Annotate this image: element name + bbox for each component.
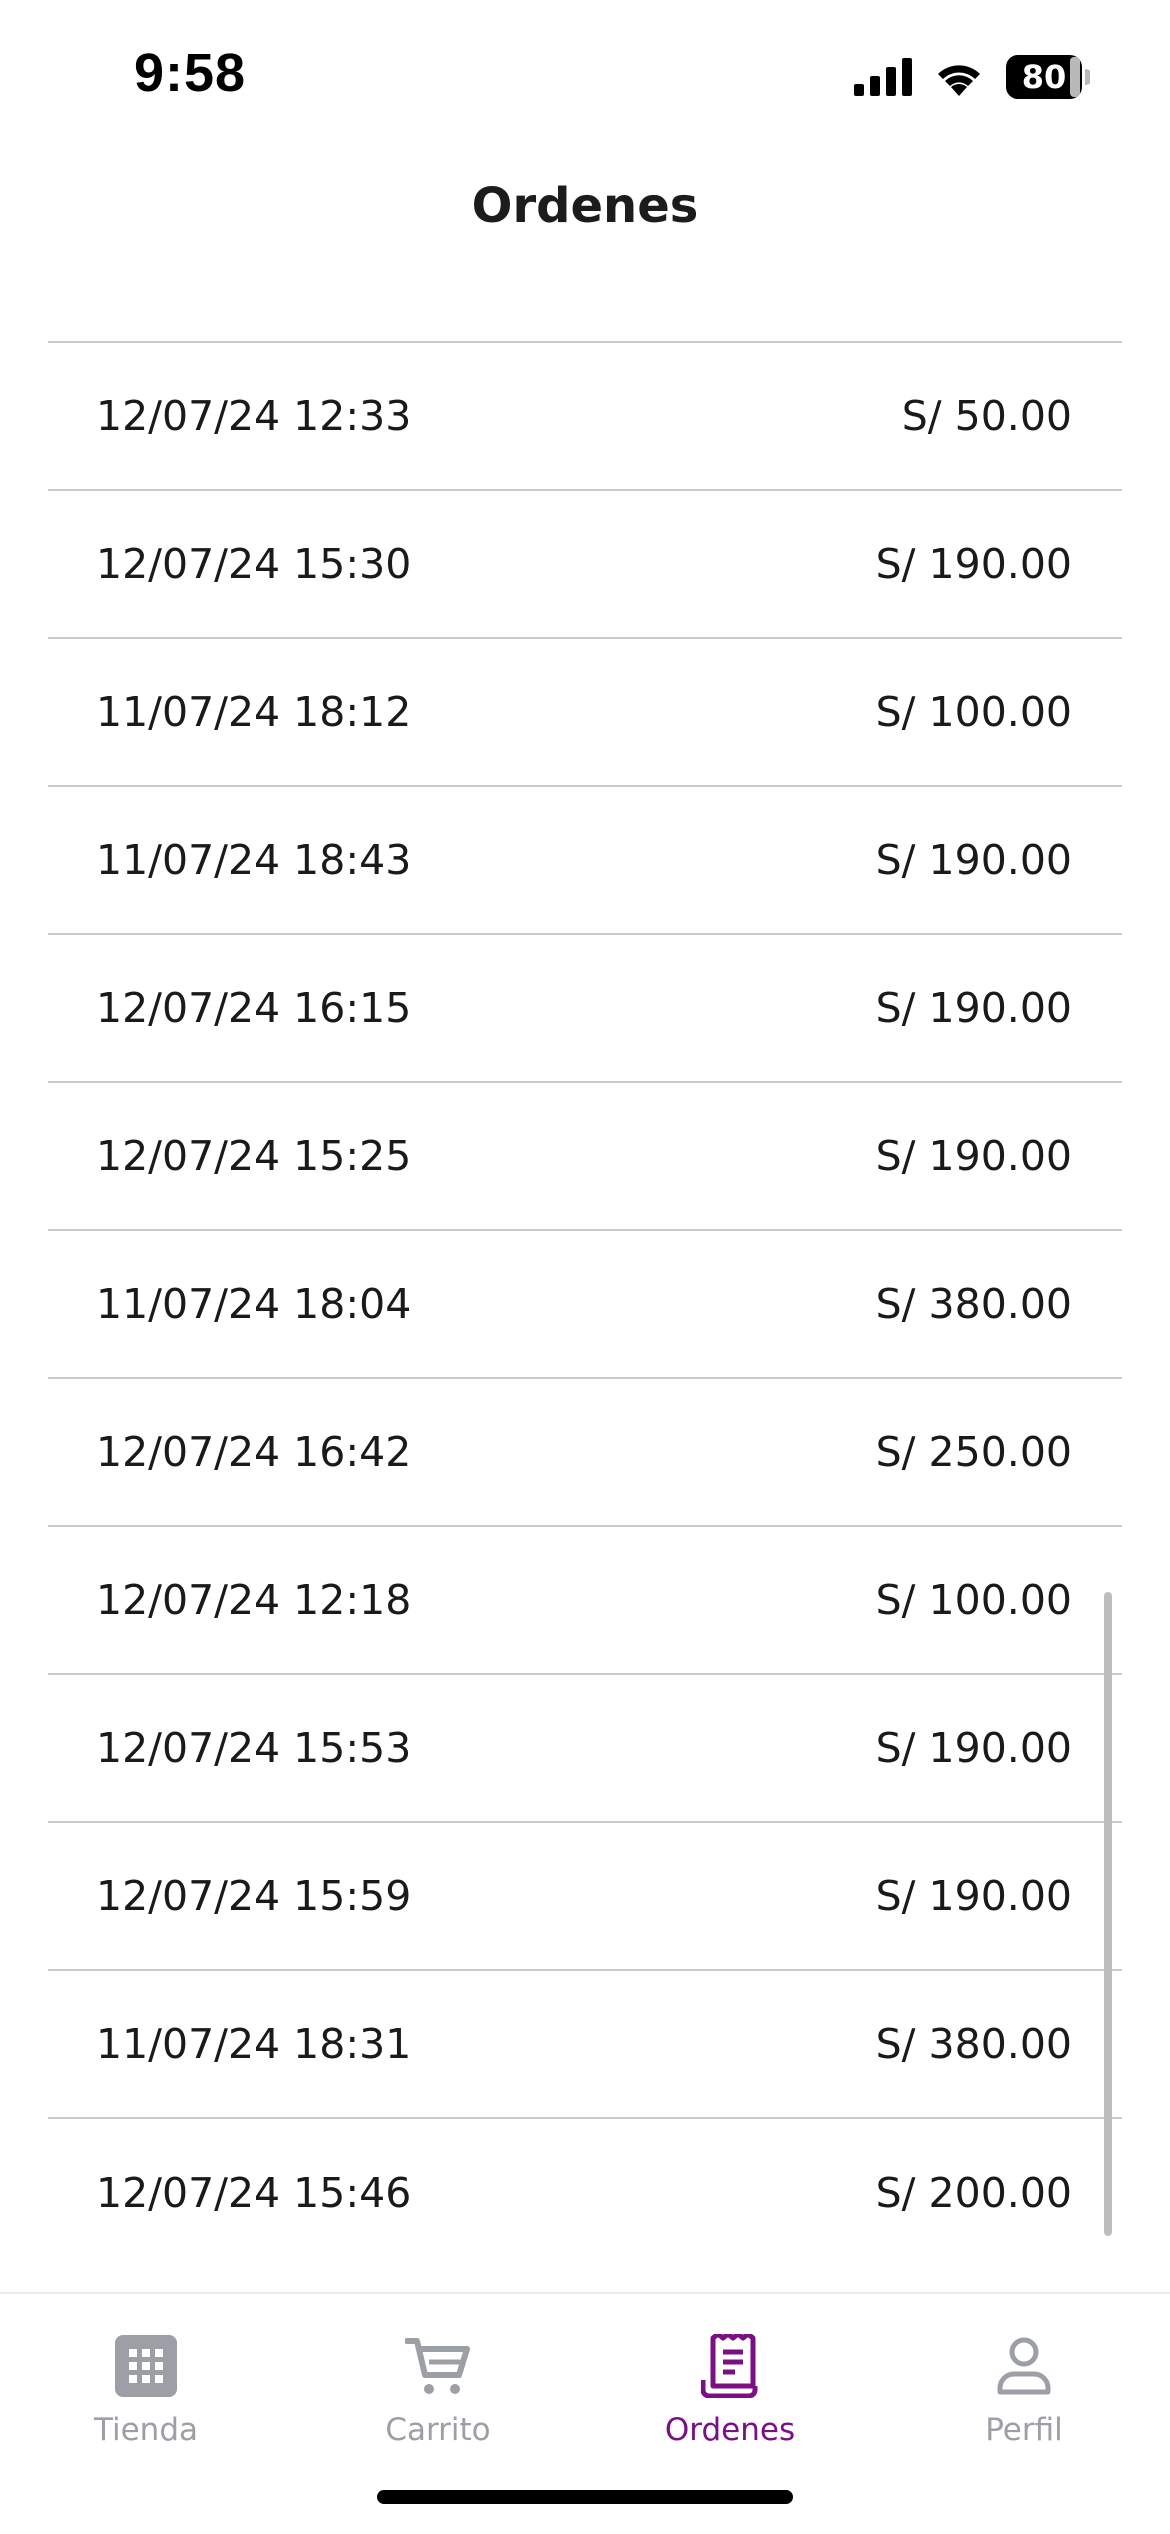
orders-list: 12/07/24 12:33 S/ 50.00 12/07/24 15:30 S… — [48, 341, 1122, 2267]
order-total: S/ 190.00 — [875, 540, 1072, 588]
order-row[interactable]: 11/07/24 18:12 S/ 100.00 — [48, 639, 1122, 787]
order-date: 12/07/24 16:42 — [96, 1428, 412, 1476]
order-date: 12/07/24 12:33 — [96, 392, 412, 440]
home-indicator[interactable] — [377, 2490, 793, 2504]
order-total: S/ 50.00 — [901, 392, 1072, 440]
status-time: 9:58 — [134, 43, 247, 103]
order-date: 12/07/24 15:46 — [96, 2169, 412, 2217]
receipt-icon — [701, 2334, 759, 2398]
order-date: 11/07/24 18:31 — [96, 2020, 412, 2068]
order-total: S/ 190.00 — [875, 984, 1072, 1032]
status-bar: 9:58 80 — [0, 0, 1170, 150]
scrollbar[interactable] — [1104, 1592, 1112, 2236]
order-date: 11/07/24 18:04 — [96, 1280, 412, 1328]
order-total: S/ 380.00 — [875, 1280, 1072, 1328]
tab-ordenes[interactable]: Ordenes — [620, 2334, 840, 2448]
battery-icon: 80 — [1006, 55, 1090, 99]
battery-level: 80 — [1021, 58, 1067, 96]
order-row[interactable]: 12/07/24 15:53 S/ 190.00 — [48, 1675, 1122, 1823]
tab-label: Ordenes — [664, 2412, 796, 2448]
tab-carrito[interactable]: Carrito — [328, 2334, 548, 2448]
order-row[interactable]: 12/07/24 16:15 S/ 190.00 — [48, 935, 1122, 1083]
order-total: S/ 190.00 — [875, 1132, 1072, 1180]
order-row[interactable]: 11/07/24 18:31 S/ 380.00 — [48, 1971, 1122, 2119]
order-row[interactable]: 12/07/24 12:18 S/ 100.00 — [48, 1527, 1122, 1675]
order-total: S/ 100.00 — [875, 1576, 1072, 1624]
order-date: 12/07/24 15:53 — [96, 1724, 412, 1772]
order-total: S/ 250.00 — [875, 1428, 1072, 1476]
tab-tienda[interactable]: Tienda — [36, 2334, 256, 2448]
order-total: S/ 190.00 — [875, 1872, 1072, 1920]
order-row[interactable]: 12/07/24 15:25 S/ 190.00 — [48, 1083, 1122, 1231]
order-row[interactable]: 11/07/24 18:43 S/ 190.00 — [48, 787, 1122, 935]
tab-label: Carrito — [385, 2412, 491, 2448]
order-date: 12/07/24 15:30 — [96, 540, 412, 588]
order-date: 12/07/24 15:25 — [96, 1132, 412, 1180]
order-total: S/ 100.00 — [875, 688, 1072, 736]
cellular-signal-icon — [854, 58, 912, 96]
order-row[interactable]: 12/07/24 12:33 S/ 50.00 — [48, 343, 1122, 491]
person-icon — [996, 2334, 1052, 2398]
tab-label: Tienda — [94, 2412, 198, 2448]
order-total: S/ 190.00 — [875, 1724, 1072, 1772]
order-date: 12/07/24 15:59 — [96, 1872, 412, 1920]
order-date: 11/07/24 18:43 — [96, 836, 412, 884]
order-row[interactable]: 12/07/24 16:42 S/ 250.00 — [48, 1379, 1122, 1527]
status-icons: 80 — [854, 52, 1090, 102]
grid-icon — [115, 2334, 177, 2398]
cart-icon — [405, 2334, 471, 2398]
order-row[interactable]: 12/07/24 15:59 S/ 190.00 — [48, 1823, 1122, 1971]
page-title: Ordenes — [471, 178, 699, 234]
order-total: S/ 380.00 — [875, 2020, 1072, 2068]
wifi-icon — [934, 58, 984, 96]
order-total: S/ 200.00 — [875, 2169, 1072, 2217]
tab-perfil[interactable]: Perfil — [914, 2334, 1134, 2448]
order-row[interactable]: 11/07/24 18:04 S/ 380.00 — [48, 1231, 1122, 1379]
order-date: 12/07/24 12:18 — [96, 1576, 412, 1624]
order-date: 12/07/24 16:15 — [96, 984, 412, 1032]
order-date: 11/07/24 18:12 — [96, 688, 412, 736]
order-total: S/ 190.00 — [875, 836, 1072, 884]
tab-label: Perfil — [985, 2412, 1063, 2448]
order-row[interactable]: 12/07/24 15:30 S/ 190.00 — [48, 491, 1122, 639]
order-row[interactable]: 12/07/24 15:46 S/ 200.00 — [48, 2119, 1122, 2267]
